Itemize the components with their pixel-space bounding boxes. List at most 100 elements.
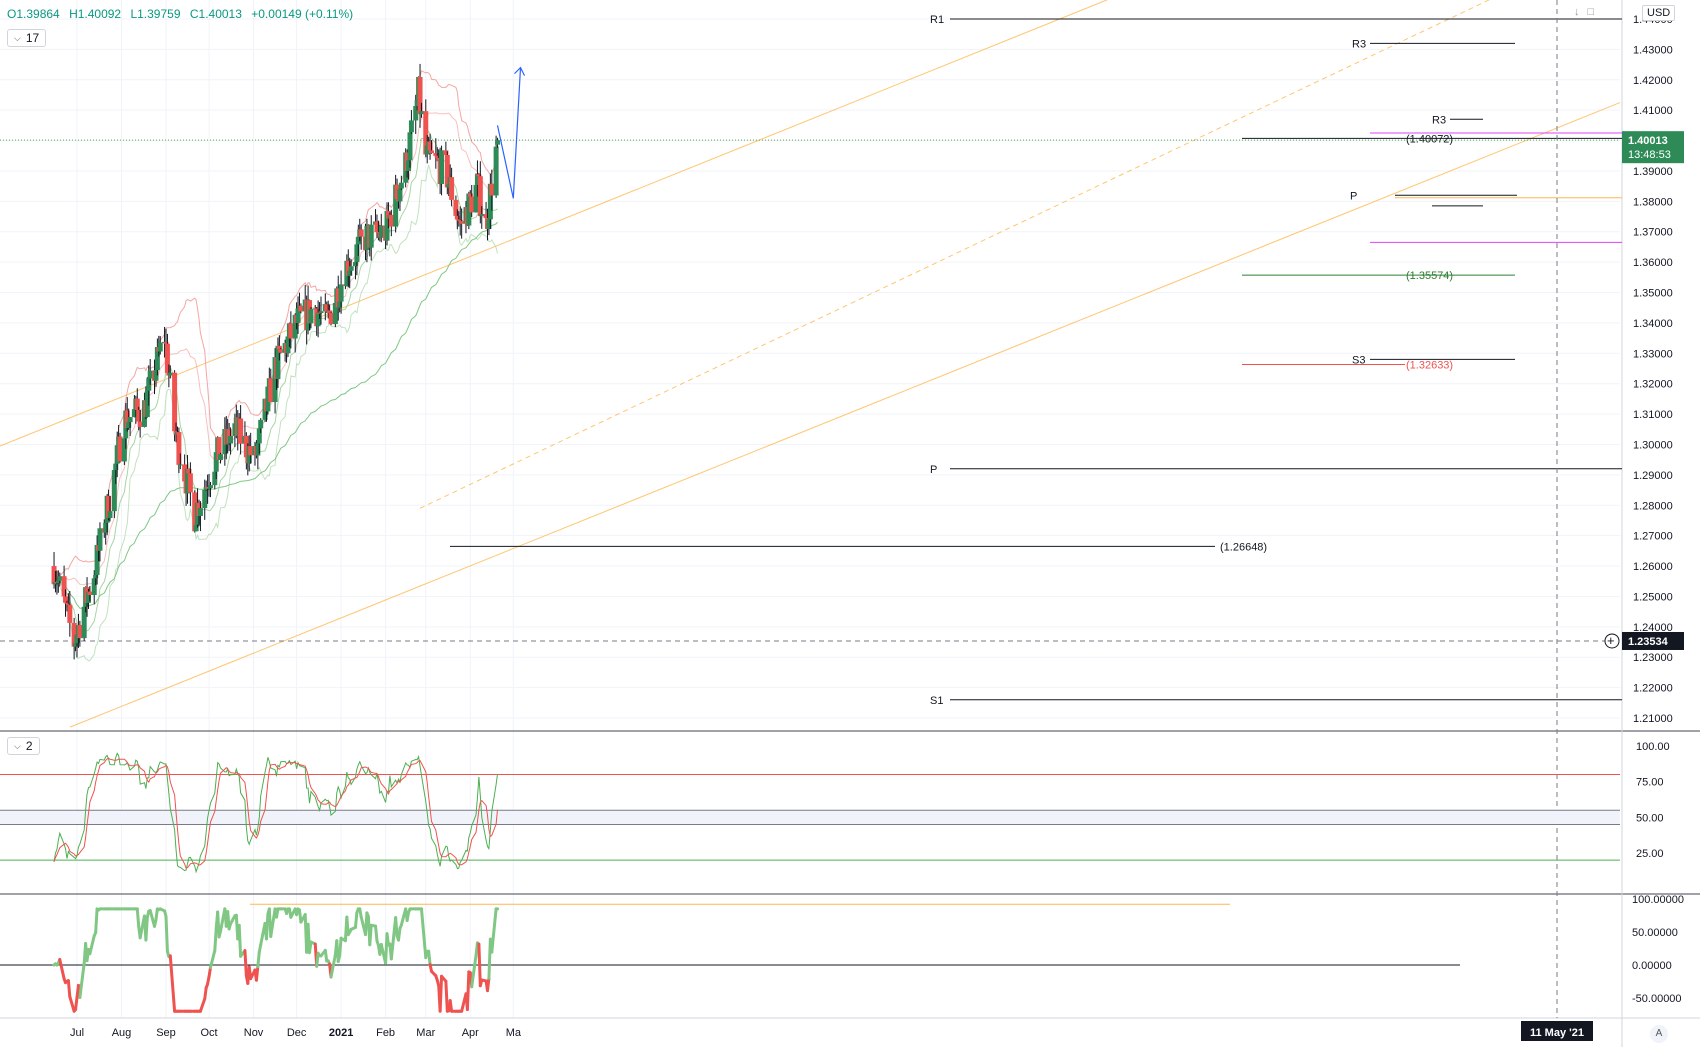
cci-segment [485,976,491,993]
time-axis-label: Jul [70,1027,84,1039]
candle-body [489,183,495,196]
candle-body [358,229,364,237]
price-tick-label: 1.37000 [1633,227,1673,239]
countdown-label: 13:48:53 [1628,149,1671,161]
cci-segment [154,907,159,922]
candle-body [202,489,208,509]
price-tick-label: 1.21000 [1633,713,1673,725]
chevron-down-icon: ⌵ [14,740,21,751]
candle-body [338,284,344,302]
level-r1-label: R1 [930,14,944,26]
cci-segment [254,965,260,982]
level-s1-label: S1 [930,695,943,707]
price-tick-label: 1.38000 [1633,196,1673,208]
candle-body [397,188,403,202]
price-tick-label: 1.35000 [1633,288,1673,300]
candle-body [228,435,234,444]
cci-segment [368,923,373,947]
price-tick-label: 1.28000 [1633,500,1673,512]
cci-segment [237,923,243,958]
candle-body [408,120,414,133]
main-indicators-toggle[interactable]: ⌵ 17 [7,29,47,47]
level-p-upper-label: P [1350,190,1357,202]
last-price-label: 1.40013 [1628,135,1668,147]
time-cursor-label: 11 May '21 [1530,1027,1584,1039]
cci-segment [203,986,208,1001]
candle-body [258,419,264,429]
cci-segment [308,940,313,955]
candle-body [418,111,424,115]
time-axis-label: Feb [376,1027,395,1039]
cci-segment [374,924,379,943]
close-value: C1.40013 [189,7,242,21]
cci-segment [385,932,390,947]
cci-segment [448,999,454,1013]
time-axis-label: Aug [112,1027,132,1039]
candle-body [348,266,354,271]
time-axis-label: Oct [200,1027,217,1039]
level-1-40072-label: (1.40072) [1406,133,1453,145]
cci-segment [444,979,449,1013]
chevron-down-icon: ⌵ [14,32,21,43]
stoch-band-fill [0,810,1620,825]
candle-body [288,323,294,339]
candle-body [97,528,103,551]
candle-body [172,372,178,432]
level-r3-lower-label: R3 [1432,114,1446,126]
currency-label[interactable]: USD [1642,5,1676,21]
price-tick-label: 1.27000 [1633,531,1673,543]
price-tick-label: 1.34000 [1633,318,1673,330]
cci-segment [66,979,72,999]
price-tick-label: 1.22000 [1633,683,1673,695]
candle-body [459,221,465,224]
cci-segment [264,912,270,941]
cci-segment [338,936,343,957]
candle-body [407,132,413,161]
cci-segment [397,926,402,942]
chart-canvas[interactable]: R1R3R3(1.40072)P(1.35574)S3 (1.32633)P(1.… [0,0,1700,1047]
stoch-tick-label: 25.00 [1636,848,1664,860]
cci-segment [243,949,248,978]
candle-body [308,309,314,324]
cci-segment [353,911,359,929]
change-value: +0.00149 (+0.11%) [251,7,354,21]
candle-body [328,312,334,325]
price-tick-label: 1.30000 [1633,439,1673,451]
time-axis-label: Ma [506,1027,522,1039]
cci-segment [477,942,482,988]
cci-tick-label: 0.00000 [1632,960,1672,972]
candle-body [57,576,63,581]
candle-body [248,446,254,456]
cci-segment [465,970,471,1011]
time-axis-label: Nov [244,1027,264,1039]
auto-scale-button[interactable]: A [1650,1025,1668,1043]
candle-body [378,225,384,238]
cci-segment [474,941,479,957]
candle-body [117,436,123,462]
candle-body [318,311,324,314]
price-tick-label: 1.25000 [1633,591,1673,603]
candle-body [77,624,83,639]
candle-body [218,454,224,460]
main-indicators-count: 17 [25,31,40,45]
candle-body [469,196,475,213]
arrow-down-icon[interactable]: ↓ [1574,6,1580,18]
oscillator-indicators-toggle[interactable]: ⌵ 2 [7,737,40,755]
candle-body [147,370,153,379]
candle-body [429,150,435,154]
cci-segment [144,915,149,942]
candle-body [439,150,445,185]
candle-body [107,511,113,519]
time-axis-label: Sep [156,1027,176,1039]
candle-body [368,224,374,248]
price-tick-label: 1.32000 [1633,379,1673,391]
maximize-icon[interactable]: □ [1588,6,1595,18]
price-tick-label: 1.42000 [1633,75,1673,87]
price-tick-label: 1.29000 [1633,470,1673,482]
candle-body [449,177,455,200]
cci-segment [164,914,169,953]
time-axis-label: Apr [462,1027,479,1039]
candle [328,311,334,326]
stoch-tick-label: 50.00 [1636,812,1664,824]
candle-body [87,591,93,595]
